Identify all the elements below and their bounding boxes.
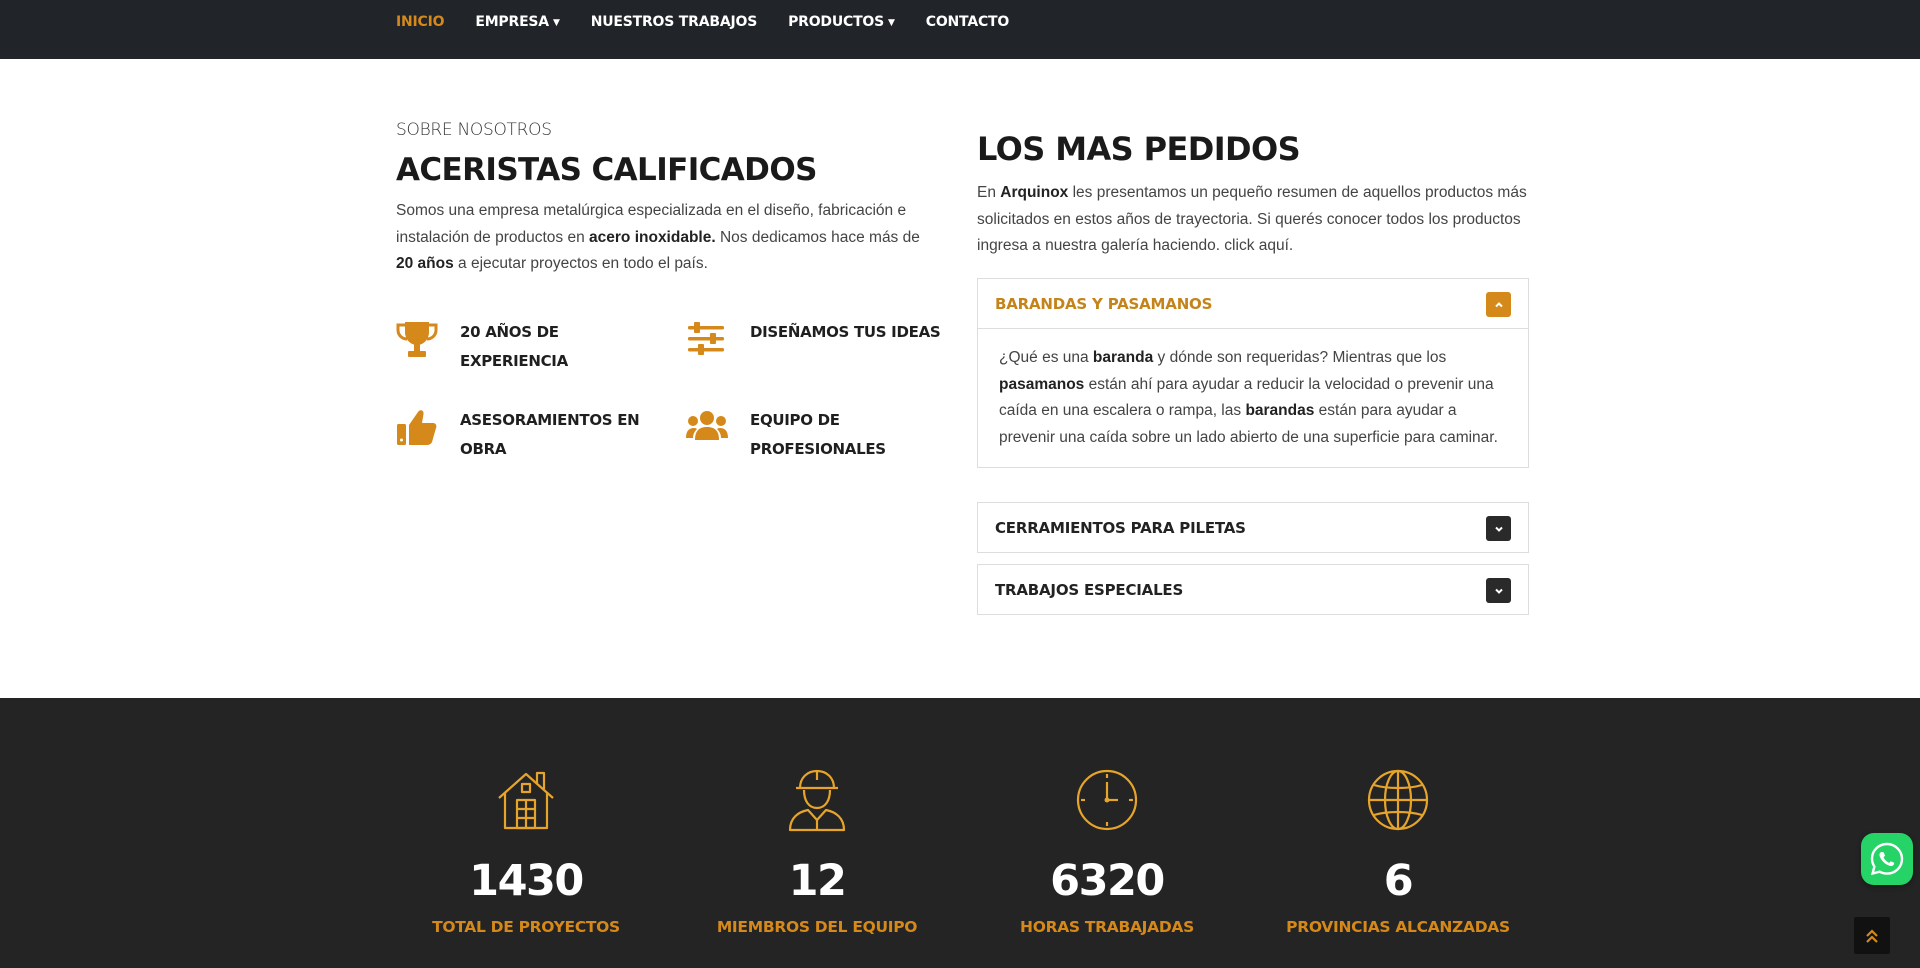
popular-section: LOS MAS PEDIDOS En Arquinox les presenta… (977, 130, 1529, 260)
accordion-title: BARANDAS Y PASAMANOS (995, 295, 1213, 313)
text-bold: barandas (1245, 402, 1315, 419)
accordion-item-trabajos-especiales: TRABAJOS ESPECIALES (977, 564, 1529, 615)
chevron-down-icon: ▼ (888, 18, 895, 28)
stat-value: 6 (1383, 856, 1414, 906)
sliders-icon (688, 322, 724, 355)
nav-item-productos[interactable]: PRODUCTOS ▼ (788, 14, 895, 30)
stat-label: PROVINCIAS ALCANZADAS (1286, 918, 1510, 936)
text-fragment: En (977, 184, 1001, 201)
accordion-header[interactable]: BARANDAS Y PASAMANOS (978, 279, 1528, 328)
stat-label: TOTAL DE PROYECTOS (432, 918, 620, 936)
accordion-body: ¿Qué es una baranda y dónde son requerid… (978, 328, 1528, 467)
stats-section: 1430 TOTAL DE PROYECTOS 12 MIEMBROS DEL … (0, 698, 1920, 968)
nav-menu: INICIO EMPRESA ▼ NUESTROS TRABAJOS PRODUC… (396, 14, 1040, 30)
feature-label-line: DISEÑAMOS TUS IDEAS (750, 323, 941, 341)
chevron-down-icon (1494, 526, 1503, 532)
popular-description: En Arquinox les presentamos un pequeño r… (977, 180, 1529, 260)
text-fragment: y dónde son requeridas? Mientras que los (1153, 349, 1447, 366)
globe-icon (1367, 769, 1429, 831)
text-bold: pasamanos (999, 375, 1085, 393)
house-icon (498, 771, 554, 830)
text-bold: 20 años (396, 255, 454, 272)
nav-item-label: NUESTROS TRABAJOS (590, 14, 758, 30)
worker-icon (788, 769, 846, 832)
whatsapp-button[interactable] (1861, 833, 1913, 885)
text-bold: Arquinox (1000, 184, 1069, 201)
feature-label: DISEÑAMOS TUS IDEAS (750, 318, 941, 347)
accordion-item-cerramientos: CERRAMIENTOS PARA PILETAS (977, 502, 1529, 553)
stat-value: 1430 (469, 856, 584, 906)
about-description: Somos una empresa metalúrgica especializ… (396, 198, 936, 278)
nav-item-nuestros-trabajos[interactable]: NUESTROS TRABAJOS (590, 14, 758, 30)
chevron-down-icon: ▼ (552, 18, 560, 28)
nav-item-empresa[interactable]: EMPRESA ▼ (475, 14, 560, 30)
feature-label-line: EQUIPO DE (750, 411, 840, 429)
top-navbar: INICIO EMPRESA ▼ NUESTROS TRABAJOS PRODUC… (0, 0, 1920, 59)
section-eyebrow: SOBRE NOSOTROS (396, 120, 552, 140)
users-icon (686, 411, 728, 440)
nav-item-label: EMPRESA (475, 14, 549, 30)
about-section: SOBRE NOSOTROS ACERISTAS CALIFICADOS Som… (396, 120, 936, 278)
stat-label: HORAS TRABAJADAS (1020, 918, 1194, 936)
scroll-to-top-button[interactable] (1854, 917, 1890, 954)
feature-label-line: ASESORAMIENTOS EN (460, 411, 640, 429)
nav-item-label: PRODUCTOS (788, 14, 885, 30)
whatsapp-icon (1870, 842, 1904, 876)
feature-label: EQUIPO DE PROFESIONALES (750, 406, 886, 463)
nav-item-inicio[interactable]: INICIO (396, 14, 445, 30)
accordion-toggle-button[interactable] (1486, 292, 1511, 317)
nav-item-label: INICIO (396, 14, 445, 30)
accordion-item-barandas: BARANDAS Y PASAMANOS ¿Qué es una baranda… (977, 278, 1529, 468)
feature-label: 20 AÑOS DE EXPERIENCIA (460, 318, 568, 375)
clock-icon (1076, 769, 1138, 831)
stat-value: 6320 (1050, 856, 1165, 906)
feature-label-line: OBRA (460, 439, 507, 458)
chevron-down-icon (1494, 588, 1503, 594)
accordion-toggle-button[interactable] (1486, 578, 1511, 603)
text-bold: baranda (1092, 349, 1154, 366)
text-fragment: ¿Qué es una (999, 349, 1093, 366)
chevron-up-icon (1494, 301, 1503, 307)
double-chevron-up-icon (1866, 928, 1878, 943)
thumbs-up-icon (397, 410, 437, 445)
feature-label-line: EXPERIENCIA (460, 351, 568, 370)
stat-value: 12 (788, 856, 847, 906)
trophy-icon (396, 322, 438, 357)
features-grid: 20 AÑOS DE EXPERIENCIA DISEÑAMOS TUS IDEA… (396, 318, 956, 468)
text-bold: acero inoxidable. (589, 228, 716, 246)
accordion-header[interactable]: TRABAJOS ESPECIALES (978, 565, 1528, 614)
stat-label: MIEMBROS DEL EQUIPO (716, 918, 918, 936)
nav-item-contacto[interactable]: CONTACTO (925, 14, 1010, 30)
accordion-title: CERRAMIENTOS PARA PILETAS (995, 519, 1246, 537)
nav-item-label: CONTACTO (925, 14, 1010, 30)
feature-label: ASESORAMIENTOS EN OBRA (460, 406, 640, 463)
accordion-title: TRABAJOS ESPECIALES (995, 581, 1184, 599)
accordion-toggle-button[interactable] (1486, 516, 1511, 541)
accordion-header[interactable]: CERRAMIENTOS PARA PILETAS (978, 503, 1528, 552)
feature-label-line: 20 AÑOS DE (460, 323, 559, 341)
section-title: LOS MAS PEDIDOS (977, 130, 1301, 168)
section-title: ACERISTAS CALIFICADOS (396, 152, 817, 188)
text-fragment: Nos dedicamos hace más de (715, 228, 920, 246)
text-fragment: a ejecutar proyectos en todo el país. (453, 255, 708, 272)
feature-label-line: PROFESIONALES (750, 439, 886, 458)
